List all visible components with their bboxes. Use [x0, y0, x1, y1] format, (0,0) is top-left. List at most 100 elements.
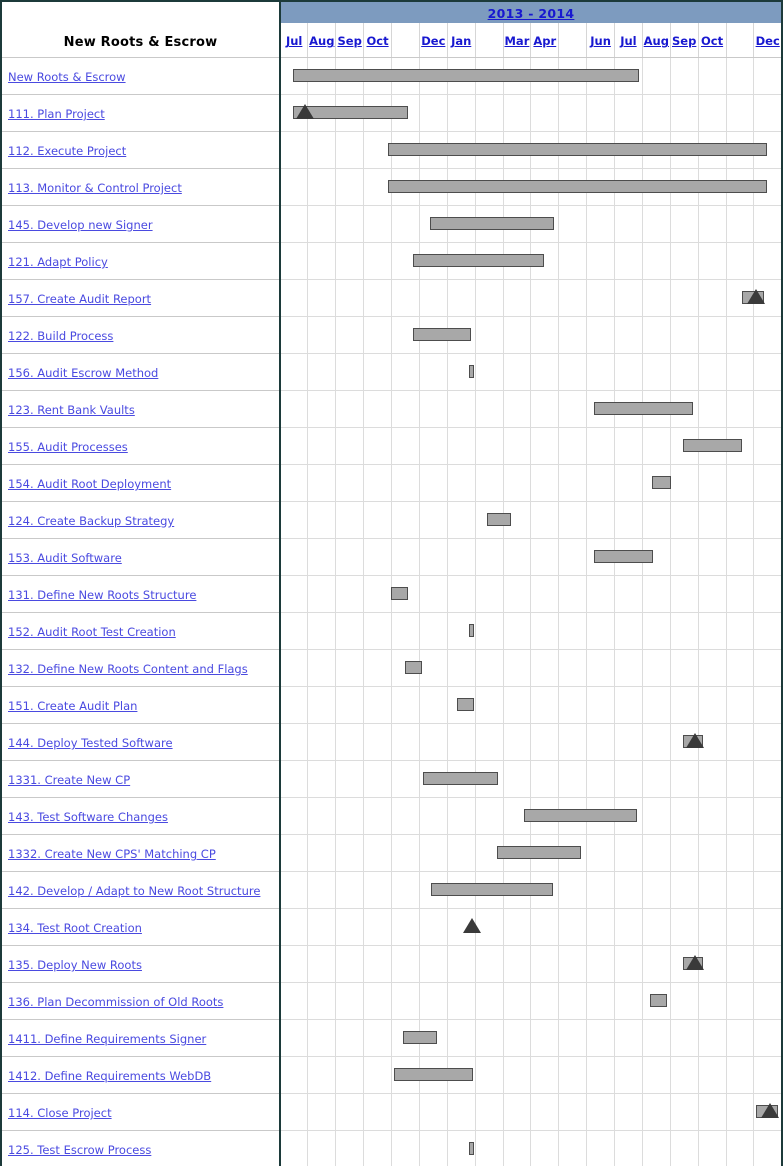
- timeline-cell[interactable]: [530, 94, 559, 132]
- timeline-cell[interactable]: [474, 723, 503, 761]
- timeline-cell[interactable]: [335, 1130, 364, 1166]
- timeline-cell[interactable]: [586, 94, 615, 132]
- gantt-bar[interactable]: [391, 587, 408, 600]
- timeline-cell[interactable]: [586, 353, 615, 391]
- timeline-cell[interactable]: [558, 1130, 587, 1166]
- timeline-cell[interactable]: [725, 871, 754, 909]
- timeline-cell[interactable]: [335, 982, 364, 1020]
- timeline-cell[interactable]: [697, 612, 726, 650]
- timeline-cell[interactable]: [586, 242, 615, 280]
- task-link[interactable]: 1332. Create New CPS' Matching CP: [8, 847, 216, 861]
- month-header-dec[interactable]: Dec: [418, 23, 448, 58]
- month-header-jul[interactable]: Jul: [280, 23, 308, 58]
- task-link[interactable]: 154. Audit Root Deployment: [8, 477, 171, 491]
- timeline-cell[interactable]: [641, 871, 671, 909]
- timeline-cell[interactable]: [418, 723, 448, 761]
- timeline-cell[interactable]: [753, 760, 783, 798]
- timeline-cell[interactable]: [307, 908, 336, 946]
- timeline-cell[interactable]: [697, 982, 726, 1020]
- timeline-cell[interactable]: [725, 797, 754, 835]
- timeline-cell[interactable]: [418, 834, 448, 872]
- timeline-cell[interactable]: [502, 760, 531, 798]
- timeline-cell[interactable]: [335, 390, 364, 428]
- timeline-cell[interactable]: [391, 982, 420, 1020]
- timeline-cell[interactable]: [753, 797, 783, 835]
- timeline-cell[interactable]: [669, 94, 699, 132]
- timeline-cell[interactable]: [280, 427, 308, 465]
- timeline-cell[interactable]: [335, 464, 364, 502]
- task-link[interactable]: 144. Deploy Tested Software: [8, 736, 173, 750]
- timeline-cell[interactable]: [753, 1130, 783, 1166]
- timeline-cell[interactable]: [725, 834, 754, 872]
- month-header-oct[interactable]: Oct: [363, 23, 392, 58]
- timeline-cell[interactable]: [391, 501, 420, 539]
- timeline-cell[interactable]: [474, 279, 503, 317]
- timeline-cell[interactable]: [614, 316, 643, 354]
- timeline-cell[interactable]: [669, 1093, 699, 1131]
- timeline-cell[interactable]: [502, 279, 531, 317]
- timeline-cell[interactable]: [307, 723, 336, 761]
- timeline-cell[interactable]: [614, 723, 643, 761]
- timeline-cell[interactable]: [669, 316, 699, 354]
- timeline-cell[interactable]: [558, 1093, 587, 1131]
- timeline-cell[interactable]: [280, 945, 308, 983]
- timeline-cell[interactable]: [363, 1056, 392, 1094]
- timeline-cell[interactable]: [530, 427, 559, 465]
- timeline-cell[interactable]: [502, 390, 531, 428]
- timeline-cell[interactable]: [614, 945, 643, 983]
- task-link[interactable]: New Roots & Escrow: [8, 70, 126, 84]
- timeline-cell[interactable]: [641, 797, 671, 835]
- timeline-cell[interactable]: [502, 1056, 531, 1094]
- timeline-cell[interactable]: [502, 94, 531, 132]
- timeline-cell[interactable]: [363, 797, 392, 835]
- timeline-cell[interactable]: [753, 538, 783, 576]
- timeline-cell[interactable]: [502, 464, 531, 502]
- timeline-cell[interactable]: [697, 501, 726, 539]
- timeline-cell[interactable]: [697, 1093, 726, 1131]
- timeline-cell[interactable]: [474, 686, 503, 724]
- timeline-cell[interactable]: [725, 723, 754, 761]
- timeline-cell[interactable]: [530, 464, 559, 502]
- timeline-cell[interactable]: [697, 797, 726, 835]
- timeline-cell[interactable]: [474, 464, 503, 502]
- timeline-cell[interactable]: [418, 390, 448, 428]
- timeline-cell[interactable]: [363, 1093, 392, 1131]
- timeline-cell[interactable]: [530, 501, 559, 539]
- timeline-cell[interactable]: [280, 168, 308, 206]
- timeline-cell[interactable]: [307, 871, 336, 909]
- timeline-cell[interactable]: [363, 834, 392, 872]
- timeline-cell[interactable]: [641, 723, 671, 761]
- timeline-cell[interactable]: [586, 871, 615, 909]
- timeline-cell[interactable]: [418, 279, 448, 317]
- month-header-sep[interactable]: Sep: [335, 23, 364, 58]
- timeline-cell[interactable]: [391, 538, 420, 576]
- timeline-cell[interactable]: [697, 538, 726, 576]
- timeline-cell[interactable]: [280, 649, 308, 687]
- timeline-cell[interactable]: [335, 501, 364, 539]
- gantt-bar[interactable]: [293, 69, 639, 82]
- gantt-bar[interactable]: [405, 661, 422, 674]
- timeline-cell[interactable]: [641, 686, 671, 724]
- timeline-cell[interactable]: [558, 945, 587, 983]
- month-header-feb[interactable]: [474, 23, 503, 58]
- timeline-cell[interactable]: [446, 575, 476, 613]
- timeline-cell[interactable]: [558, 242, 587, 280]
- month-header-nov[interactable]: [725, 23, 754, 58]
- timeline-cell[interactable]: [753, 316, 783, 354]
- timeline-cell[interactable]: [502, 686, 531, 724]
- timeline-cell[interactable]: [418, 797, 448, 835]
- timeline-cell[interactable]: [586, 612, 615, 650]
- timeline-cell[interactable]: [307, 945, 336, 983]
- timeline-cell[interactable]: [641, 353, 671, 391]
- timeline-cell[interactable]: [418, 908, 448, 946]
- timeline-cell[interactable]: [558, 1019, 587, 1057]
- timeline-cell[interactable]: [335, 168, 364, 206]
- timeline-cell[interactable]: [363, 501, 392, 539]
- timeline-cell[interactable]: [697, 205, 726, 243]
- timeline-cell[interactable]: [586, 649, 615, 687]
- timeline-cell[interactable]: [614, 686, 643, 724]
- timeline-cell[interactable]: [753, 205, 783, 243]
- timeline-cell[interactable]: [391, 1130, 420, 1166]
- timeline-cell[interactable]: [753, 353, 783, 391]
- timeline-cell[interactable]: [474, 1130, 503, 1166]
